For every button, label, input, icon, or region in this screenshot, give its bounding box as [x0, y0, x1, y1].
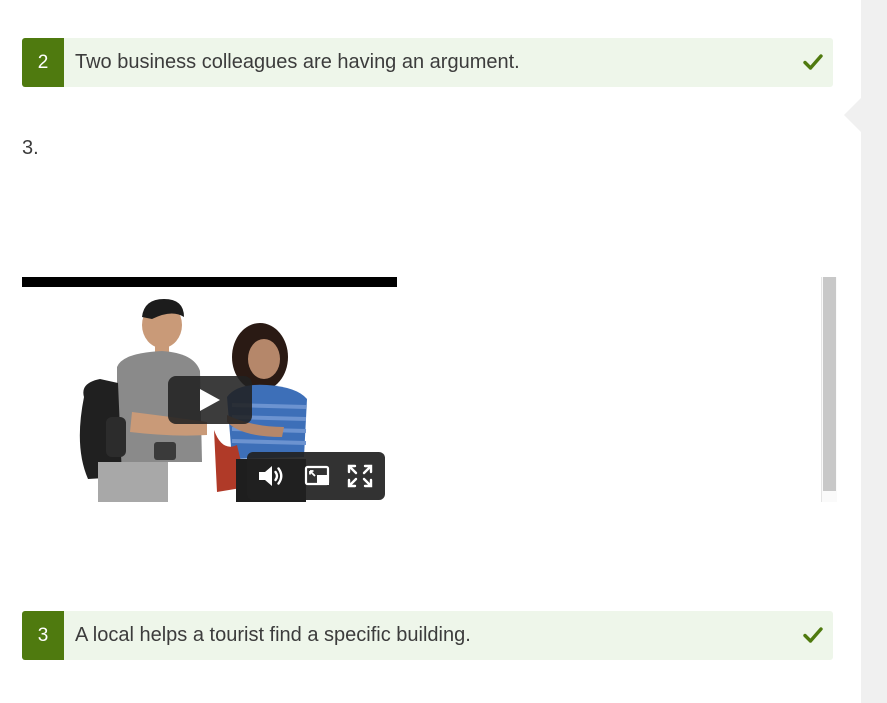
- answer-number-badge: 3: [22, 611, 64, 660]
- panel-pointer: [844, 98, 861, 132]
- answer-row: 2 Two business colleagues are having an …: [22, 38, 833, 87]
- scrollbar[interactable]: [821, 277, 837, 502]
- answer-number-badge: 2: [22, 38, 64, 87]
- answer-text: A local helps a tourist find a specific …: [75, 624, 471, 646]
- play-button[interactable]: [168, 376, 252, 424]
- question-number: 3.: [22, 137, 39, 159]
- play-icon: [200, 389, 220, 411]
- picture-in-picture-icon[interactable]: [304, 463, 332, 489]
- scrollbar-thumb[interactable]: [823, 277, 836, 491]
- answer-text: Two business colleagues are having an ar…: [75, 51, 520, 73]
- answer-row: 3 A local helps a tourist find a specifi…: [22, 611, 833, 660]
- video-top-bar: [22, 277, 397, 287]
- video-controls: [247, 452, 385, 500]
- check-icon: [803, 54, 823, 70]
- check-icon: [803, 627, 823, 643]
- volume-icon[interactable]: [257, 463, 285, 489]
- right-side-panel: [861, 0, 887, 703]
- fullscreen-icon[interactable]: [346, 463, 374, 489]
